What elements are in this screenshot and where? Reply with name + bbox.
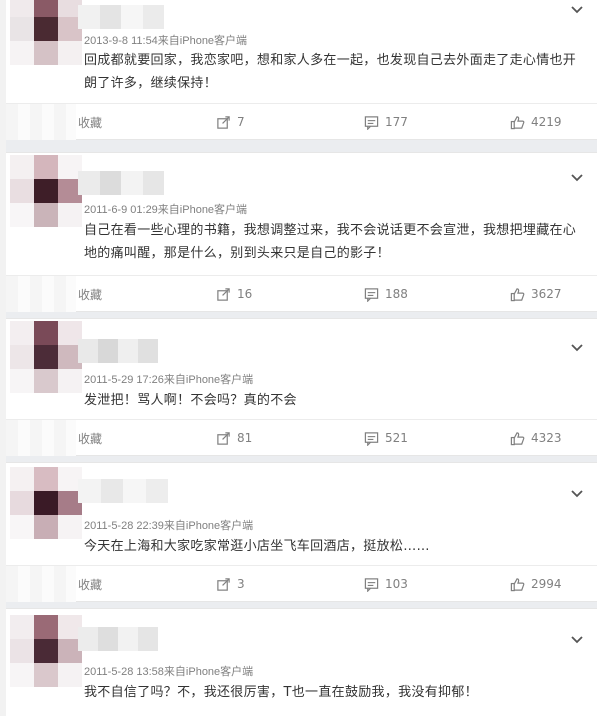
comment-button[interactable]: 188 (364, 276, 408, 312)
forward-button[interactable]: 7 (216, 104, 245, 140)
avatar[interactable] (10, 615, 82, 687)
avatar-overlap (6, 104, 76, 140)
favorite-label: 收藏 (78, 431, 103, 446)
like-count: 2994 (531, 577, 562, 591)
avatar-overlap (6, 276, 76, 312)
chevron-down-icon[interactable] (571, 171, 583, 183)
forward-icon (217, 287, 230, 301)
comment-count: 521 (385, 431, 408, 445)
like-count: 3627 (531, 287, 562, 301)
avatar-overlap (6, 420, 76, 456)
chevron-down-icon[interactable] (571, 3, 583, 15)
forward-button[interactable]: 3 (216, 566, 245, 602)
username-blurred[interactable] (78, 627, 158, 651)
favorite-button[interactable]: 收藏 (78, 420, 102, 456)
comment-count: 103 (385, 577, 408, 591)
username-blurred[interactable] (78, 171, 164, 195)
comment-icon (364, 287, 379, 302)
thumbs-up-icon (510, 577, 525, 591)
comment-button[interactable]: 521 (364, 420, 408, 456)
post-content: 发泄把！骂人啊！不会吗？真的不会 (84, 393, 297, 408)
avatar[interactable] (10, 0, 82, 65)
avatar[interactable] (10, 467, 82, 539)
forward-button[interactable]: 81 (216, 420, 252, 456)
like-count: 4219 (531, 115, 562, 129)
avatar-overlap (6, 566, 76, 602)
avatar[interactable] (10, 155, 82, 227)
forward-count: 7 (237, 115, 245, 129)
favorite-button[interactable]: 收藏 (78, 104, 102, 140)
post-content: 今天在上海和大家吃家常逛小店坐飞车回酒店，挺放松…… (84, 539, 430, 554)
post-content: 回成都就要回家，我恋家吧，想和家人多在一起，也发现自己去外面走了走心情也开朗了许… (84, 53, 577, 91)
comment-button[interactable]: 177 (364, 104, 408, 140)
comment-button[interactable]: 103 (364, 566, 408, 602)
post-actions: 收藏 81 521 4323 (6, 419, 597, 456)
forward-button[interactable]: 16 (216, 276, 252, 312)
like-button[interactable]: 3627 (510, 276, 562, 312)
forward-count: 81 (237, 431, 253, 445)
comment-icon (364, 431, 379, 446)
like-button[interactable]: 2994 (510, 566, 562, 602)
favorite-button[interactable]: 收藏 (78, 276, 102, 312)
post-card: 2011-5-28 22:39来自iPhone客户端 今天在上海和大家吃家常逛小… (6, 462, 597, 602)
post-actions: 收藏 7 177 4219 (6, 103, 597, 140)
avatar[interactable] (10, 321, 82, 393)
like-count: 4323 (531, 431, 562, 445)
username-blurred[interactable] (78, 5, 164, 29)
comment-icon (364, 577, 379, 592)
thumbs-up-icon (510, 115, 525, 129)
post-actions: 收藏 3 103 2994 (6, 565, 597, 602)
post-meta[interactable]: 2011-5-28 13:58来自iPhone客户端 (84, 663, 253, 679)
weibo-feed: 2013-9-8 11:54来自iPhone客户端 回成都就要回家，我恋家吧，想… (0, 0, 597, 716)
post-meta[interactable]: 2011-5-29 17:26来自iPhone客户端 (84, 371, 253, 387)
comment-count: 177 (385, 115, 408, 129)
post-card: 2011-5-28 13:58来自iPhone客户端 我不自信了吗？不，我还很厉… (6, 608, 597, 716)
post-meta[interactable]: 2011-5-28 22:39来自iPhone客户端 (84, 517, 253, 533)
favorite-button[interactable]: 收藏 (78, 566, 102, 602)
post-meta[interactable]: 2011-6-9 01:29来自iPhone客户端 (84, 201, 247, 217)
forward-icon (217, 115, 230, 129)
chevron-down-icon[interactable] (571, 341, 583, 353)
comment-icon (364, 115, 379, 130)
post-content: 我不自信了吗？不，我还很厉害，T也一直在鼓励我，我没有抑郁！ (84, 685, 478, 700)
thumbs-up-icon (510, 431, 525, 445)
favorite-label: 收藏 (78, 287, 103, 302)
post-meta[interactable]: 2013-9-8 11:54来自iPhone客户端 (84, 32, 247, 48)
like-button[interactable]: 4219 (510, 104, 562, 140)
thumbs-up-icon (510, 287, 525, 301)
post-card: 2013-9-8 11:54来自iPhone客户端 回成都就要回家，我恋家吧，想… (6, 0, 597, 140)
forward-count: 16 (237, 287, 253, 301)
post-content: 自己在看一些心理的书籍，我想调整过来，我不会说话更不会宣泄，我想把埋藏在心地的痛… (84, 223, 577, 261)
post-card: 2011-6-9 01:29来自iPhone客户端 自己在看一些心理的书籍，我想… (6, 152, 597, 312)
forward-icon (217, 431, 230, 445)
comment-count: 188 (385, 287, 408, 301)
like-button[interactable]: 4323 (510, 420, 562, 456)
forward-icon (217, 577, 230, 591)
forward-count: 3 (237, 577, 245, 591)
username-blurred[interactable] (78, 339, 158, 363)
favorite-label: 收藏 (78, 577, 103, 592)
chevron-down-icon[interactable] (571, 633, 583, 645)
post-actions: 收藏 16 188 3627 (6, 275, 597, 312)
chevron-down-icon[interactable] (571, 487, 583, 499)
favorite-label: 收藏 (78, 115, 103, 130)
username-blurred[interactable] (78, 479, 168, 503)
post-card: 2011-5-29 17:26来自iPhone客户端 发泄把！骂人啊！不会吗？真… (6, 318, 597, 456)
